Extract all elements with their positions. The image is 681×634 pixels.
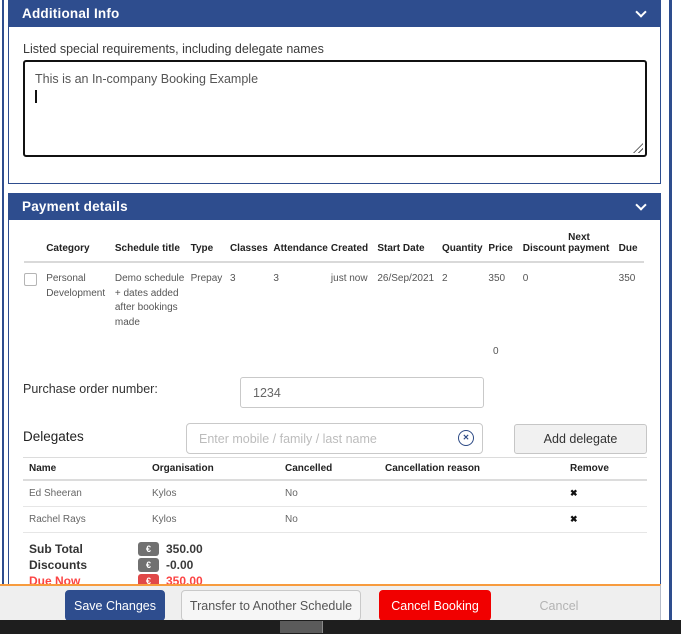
remove-delegate-icon[interactable]: ✖: [570, 488, 578, 498]
payment-details-title: Payment details: [22, 199, 128, 214]
cancel-booking-button[interactable]: Cancel Booking: [379, 590, 491, 621]
col-cancellation-reason: Cancellation reason: [379, 458, 564, 481]
delegates-table: Name Organisation Cancelled Cancellation…: [23, 457, 647, 533]
delegate-search: ✕: [186, 423, 483, 454]
cell-due: 350: [619, 262, 644, 330]
horizontal-scrollbar-thumb[interactable]: [280, 621, 323, 633]
select-column-header: [24, 232, 46, 262]
discounts-label: Discounts: [29, 558, 138, 572]
purchase-order-input[interactable]: [240, 377, 484, 408]
cell-type: Prepay: [191, 262, 230, 330]
payment-details-header: Payment details: [8, 193, 661, 220]
col-remove: Remove: [564, 458, 647, 481]
row-checkbox[interactable]: [24, 273, 37, 286]
euro-currency-icon: €: [138, 542, 159, 556]
col-type: Type: [191, 232, 230, 262]
additional-info-panel: Additional Info Listed special requireme…: [8, 0, 661, 184]
payment-table-header-row: Category Schedule title Type Classes Att…: [24, 232, 644, 262]
special-requirements-text: This is an In-company Booking Example: [35, 72, 258, 86]
horizontal-scrollbar-track[interactable]: [0, 620, 681, 634]
cell-cancelled: No: [279, 507, 379, 533]
additional-info-title: Additional Info: [22, 6, 119, 21]
delegate-search-input[interactable]: [186, 423, 483, 454]
discounts-value: -0.00: [166, 558, 193, 572]
save-changes-button[interactable]: Save Changes: [65, 590, 165, 621]
payment-table: Category Schedule title Type Classes Att…: [24, 232, 644, 330]
col-due: Due: [619, 232, 644, 262]
delegate-row: Rachel Rays Kylos No ✖: [23, 507, 647, 533]
col-organisation: Organisation: [146, 458, 279, 481]
totals-section: Sub Total € 350.00 Discounts € -0.00 Due…: [29, 541, 203, 589]
col-price: Price: [488, 232, 522, 262]
delegates-label: Delegates: [23, 429, 84, 444]
cell-name: Rachel Rays: [23, 507, 146, 533]
cell-organisation: Kylos: [146, 507, 279, 533]
cell-start-date: 26/Sep/2021: [377, 262, 442, 330]
delegates-header-row: Name Organisation Cancelled Cancellation…: [23, 458, 647, 481]
col-name: Name: [23, 458, 146, 481]
cell-cancellation-reason: [379, 507, 564, 533]
payment-details-panel: Payment details Category Schedule title …: [8, 193, 661, 585]
add-delegate-button[interactable]: Add delegate: [514, 424, 647, 454]
cell-quantity: 2: [442, 262, 488, 330]
purchase-order-label: Purchase order number:: [23, 382, 158, 396]
cancel-button[interactable]: Cancel: [508, 590, 610, 621]
cell-discount: 0: [523, 262, 568, 330]
resize-grip-icon[interactable]: [633, 143, 643, 153]
cell-attendance: 3: [273, 262, 331, 330]
payment-table-row: Personal Development Demo schedule + dat…: [24, 262, 644, 330]
cell-category: Personal Development: [46, 262, 115, 330]
special-requirements-textarea[interactable]: This is an In-company Booking Example: [23, 60, 647, 157]
col-discount: Discount: [523, 232, 568, 262]
text-cursor: [35, 90, 37, 103]
page-left-border: [2, 0, 4, 620]
col-category: Category: [46, 232, 115, 262]
cell-name: Ed Sheeran: [23, 480, 146, 507]
chevron-down-icon[interactable]: [635, 199, 646, 210]
col-next-payment: Next payment: [568, 232, 618, 262]
page-right-border: [669, 0, 672, 620]
col-created: Created: [331, 232, 377, 262]
discounts-row: Discounts € -0.00: [29, 557, 203, 573]
cell-created: just now: [331, 262, 377, 330]
sub-total-value: 350.00: [166, 542, 203, 556]
transfer-schedule-button[interactable]: Transfer to Another Schedule: [181, 590, 361, 621]
special-requirements-label: Listed special requirements, including d…: [23, 42, 324, 56]
cell-next-payment: [568, 262, 618, 330]
col-quantity: Quantity: [442, 232, 488, 262]
clear-search-icon[interactable]: ✕: [458, 430, 474, 446]
chevron-down-icon[interactable]: [635, 6, 646, 17]
cell-cancelled: No: [279, 480, 379, 507]
col-classes: Classes: [230, 232, 273, 262]
col-attendance: Attendance: [273, 232, 331, 262]
payment-total-zero: 0: [493, 346, 499, 357]
col-cancelled: Cancelled: [279, 458, 379, 481]
cell-classes: 3: [230, 262, 273, 330]
cell-price: 350: [488, 262, 522, 330]
euro-currency-icon: €: [138, 558, 159, 572]
cell-organisation: Kylos: [146, 480, 279, 507]
sub-total-label: Sub Total: [29, 542, 138, 556]
remove-delegate-icon[interactable]: ✖: [570, 514, 578, 524]
cell-cancellation-reason: [379, 480, 564, 507]
sub-total-row: Sub Total € 350.00: [29, 541, 203, 557]
action-footer: Save Changes Transfer to Another Schedul…: [0, 584, 661, 620]
cell-schedule-title: Demo schedule + dates added after bookin…: [115, 262, 191, 330]
col-schedule-title: Schedule title: [115, 232, 191, 262]
additional-info-header: Additional Info: [8, 0, 661, 27]
col-start-date: Start Date: [377, 232, 442, 262]
delegate-row: Ed Sheeran Kylos No ✖: [23, 480, 647, 507]
